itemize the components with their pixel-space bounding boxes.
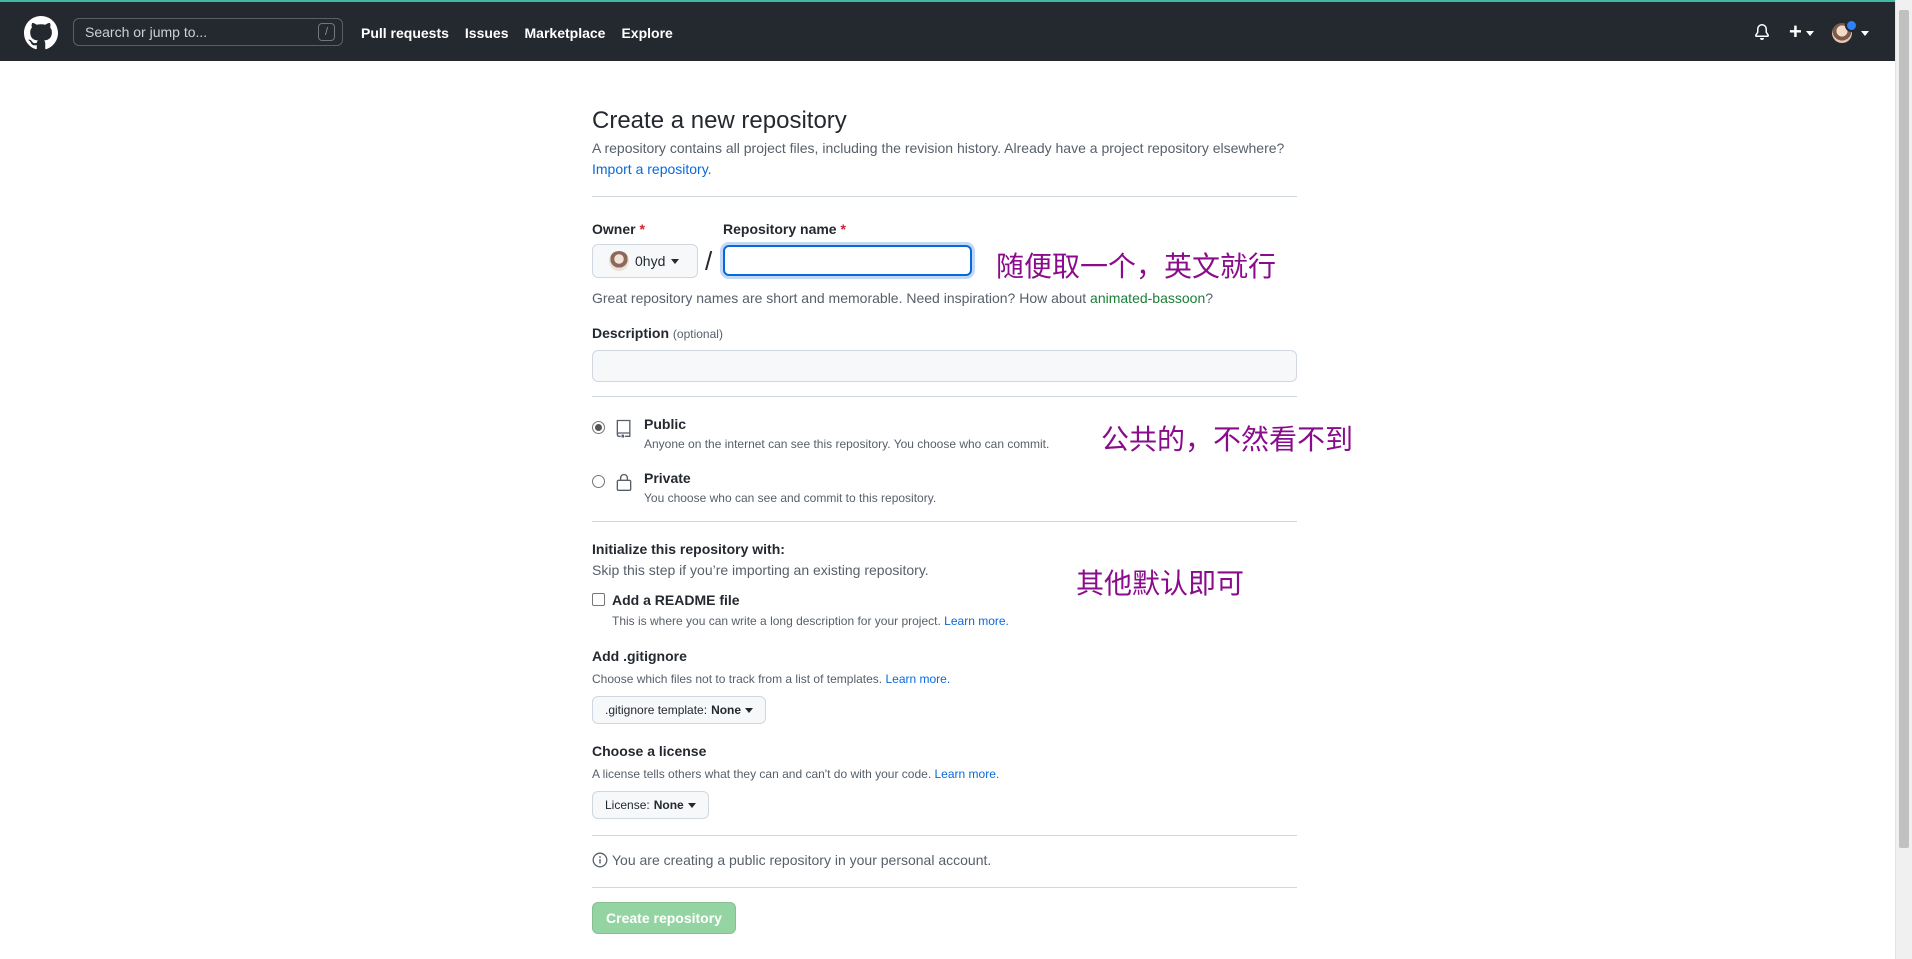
gitignore-learn-more-link[interactable]: Learn more. (885, 672, 950, 686)
public-radio[interactable] (592, 421, 605, 434)
divider (592, 396, 1297, 397)
visibility-info-message: You are creating a public repository in … (592, 852, 991, 868)
readme-description: This is where you can write a long descr… (612, 614, 1009, 628)
description-input[interactable] (592, 350, 1297, 382)
private-option-title[interactable]: Private (644, 470, 691, 486)
gitignore-template-select[interactable]: .gitignore template: None (592, 696, 767, 724)
scrollbar-thumb[interactable] (1899, 10, 1909, 848)
add-readme-label[interactable]: Add a README file (612, 592, 740, 608)
repo-book-icon (616, 419, 631, 438)
license-select[interactable]: License: None (592, 791, 709, 819)
gitignore-description: Choose which files not to track from a l… (592, 672, 951, 686)
nav-pull-requests[interactable]: Pull requests (361, 25, 449, 41)
owner-label: Owner * (592, 221, 645, 237)
license-description: A license tells others what they can and… (592, 767, 1000, 781)
plus-icon: + (1789, 19, 1802, 44)
add-readme-checkbox[interactable] (592, 593, 605, 606)
nav-marketplace[interactable]: Marketplace (525, 25, 606, 41)
private-option-description: You choose who can see and commit to thi… (644, 491, 937, 505)
readme-learn-more-link[interactable]: Learn more. (944, 614, 1009, 628)
owner-select-button[interactable]: 0hyd (592, 244, 698, 278)
repository-name-input[interactable] (723, 245, 972, 276)
divider (592, 887, 1297, 888)
public-option-description: Anyone on the internet can see this repo… (644, 437, 1050, 451)
top-navigation-bar: Search or jump to... / Pull requests Iss… (0, 0, 1895, 61)
description-label: Description (optional) (592, 325, 723, 341)
import-repository-link[interactable]: Import a repository. (592, 161, 712, 177)
owner-value: 0hyd (635, 253, 666, 269)
license-title: Choose a license (592, 743, 707, 759)
divider (592, 196, 1297, 197)
info-icon (592, 852, 608, 868)
main-nav: Pull requests Issues Marketplace Explore (361, 25, 673, 41)
chevron-down-icon (671, 258, 680, 264)
github-logo-icon[interactable] (24, 16, 58, 50)
suggested-name-link[interactable]: animated-bassoon (1090, 290, 1205, 306)
nav-issues[interactable]: Issues (465, 25, 509, 41)
chevron-down-icon (687, 802, 696, 808)
annotation-repo-name-note: 随便取一个，英文就行 (996, 250, 1277, 283)
initialize-title: Initialize this repository with: (592, 541, 785, 557)
divider (592, 521, 1297, 522)
annotation-public-note: 公共的，不然看不到 (1101, 423, 1354, 456)
create-repository-button[interactable]: Create repository (592, 902, 736, 934)
owner-avatar (609, 251, 629, 271)
create-new-menu[interactable]: + (1789, 21, 1814, 43)
repository-name-label: Repository name * (723, 221, 846, 237)
gitignore-title: Add .gitignore (592, 648, 687, 664)
page-subtitle: A repository contains all project files,… (592, 140, 1285, 156)
private-radio[interactable] (592, 475, 605, 488)
vertical-scrollbar[interactable] (1895, 0, 1912, 959)
chevron-down-icon[interactable] (1861, 31, 1869, 36)
divider (592, 835, 1297, 836)
chevron-down-icon (1805, 30, 1814, 36)
search-shortcut-badge: / (318, 23, 335, 41)
lock-icon (616, 473, 632, 491)
license-learn-more-link[interactable]: Learn more. (935, 767, 1000, 781)
public-option-title[interactable]: Public (644, 416, 686, 432)
search-placeholder: Search or jump to... (85, 24, 208, 40)
initialize-description: Skip this step if you’re importing an ex… (592, 562, 929, 578)
notification-bell-icon[interactable] (1754, 23, 1770, 41)
owner-repo-separator: / (705, 246, 713, 276)
search-input[interactable]: Search or jump to... / (73, 18, 343, 46)
annotation-defaults-note: 其他默认即可 (1076, 567, 1245, 600)
repository-name-hint: Great repository names are short and mem… (592, 290, 1214, 306)
chevron-down-icon (745, 707, 754, 713)
nav-explore[interactable]: Explore (621, 25, 672, 41)
avatar-status-dot (1845, 19, 1858, 32)
page-title: Create a new repository (592, 107, 847, 134)
